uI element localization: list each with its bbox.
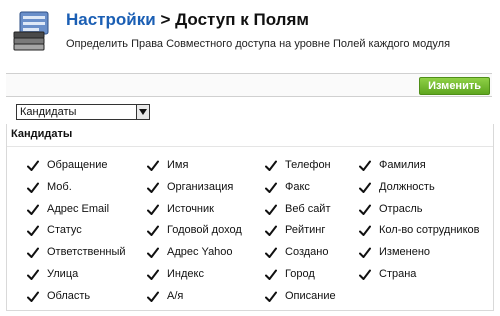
checkmark-icon	[265, 268, 277, 280]
checkmark-icon	[265, 246, 277, 259]
checkmark-icon	[147, 246, 159, 259]
field-label: Годовой доход	[167, 224, 242, 237]
field-label: Организация	[167, 180, 234, 193]
page-description: Определить Права Совместного доступа на …	[66, 38, 451, 50]
checkmark-icon	[27, 159, 39, 171]
checkmark-icon	[359, 224, 371, 237]
field-label: Источник	[167, 202, 214, 215]
breadcrumb-separator: >	[160, 10, 171, 29]
checkmark-icon	[147, 159, 159, 171]
checkmark-icon	[27, 203, 39, 215]
checkmark-icon	[359, 181, 371, 193]
section-divider	[7, 146, 493, 147]
module-select[interactable]: Кандидаты	[16, 104, 150, 120]
checkmark-icon	[265, 203, 277, 215]
field-label: Фамилия	[379, 159, 426, 171]
page-title: Настройки > Доступ к Полям	[66, 10, 309, 30]
checkmark-icon	[27, 181, 39, 193]
field-label: Телефон	[285, 159, 331, 171]
checkmark-icon	[359, 203, 371, 215]
field-label: Описание	[285, 289, 336, 302]
checkmark-icon	[27, 224, 39, 237]
checkmark-icon	[265, 224, 277, 237]
settings-list-icon	[12, 10, 52, 52]
field-label: Страна	[379, 268, 417, 280]
toolbar: Изменить	[6, 73, 492, 97]
chevron-down-icon[interactable]	[136, 105, 149, 119]
checkmark-icon	[27, 290, 39, 302]
field-label: А/я	[167, 289, 184, 302]
page-title-text: Доступ к Полям	[175, 10, 309, 29]
breadcrumb-settings-link[interactable]: Настройки	[66, 10, 156, 29]
module-select-value: Кандидаты	[20, 106, 77, 118]
field-label: Улица	[47, 268, 79, 280]
checkmark-icon	[147, 203, 159, 215]
checkmark-icon	[359, 268, 371, 280]
field-label: Город	[285, 268, 315, 280]
field-label: Область	[47, 289, 91, 302]
checkmark-icon	[265, 159, 277, 171]
checkmark-icon	[359, 246, 371, 259]
checkmark-icon	[265, 290, 277, 302]
field-label: Создано	[285, 246, 329, 259]
checkmark-icon	[27, 268, 39, 280]
section-title: Кандидаты	[11, 128, 73, 140]
field-label: Индекс	[167, 268, 204, 280]
field-label: Факс	[285, 180, 310, 193]
field-label: Ответственный	[47, 246, 126, 259]
field-label: Обращение	[47, 159, 108, 171]
field-access-panel: Кандидаты Обращение Имя Телефон Фамилия Моб.…	[6, 124, 494, 311]
checkmark-icon	[147, 224, 159, 237]
field-label: Адрес Yahoo	[167, 246, 233, 259]
checkmark-icon	[147, 181, 159, 193]
edit-button[interactable]: Изменить	[419, 77, 490, 95]
field-label: Статус	[47, 224, 82, 237]
field-label: Изменено	[379, 246, 431, 259]
checkmark-icon	[147, 290, 159, 302]
field-label: Веб сайт	[285, 202, 331, 215]
checkmark-icon	[27, 246, 39, 259]
field-label: Имя	[167, 159, 189, 171]
field-label: Кол-во сотрудников	[379, 224, 480, 237]
field-label: Моб.	[47, 180, 72, 193]
field-label: Отрасль	[379, 202, 423, 215]
checkmark-icon	[265, 181, 277, 193]
checkmark-icon	[147, 268, 159, 280]
field-label: Рейтинг	[285, 224, 326, 237]
checkmark-icon	[359, 159, 371, 171]
field-label: Адрес Email	[47, 202, 110, 215]
field-label: Должность	[379, 180, 435, 193]
